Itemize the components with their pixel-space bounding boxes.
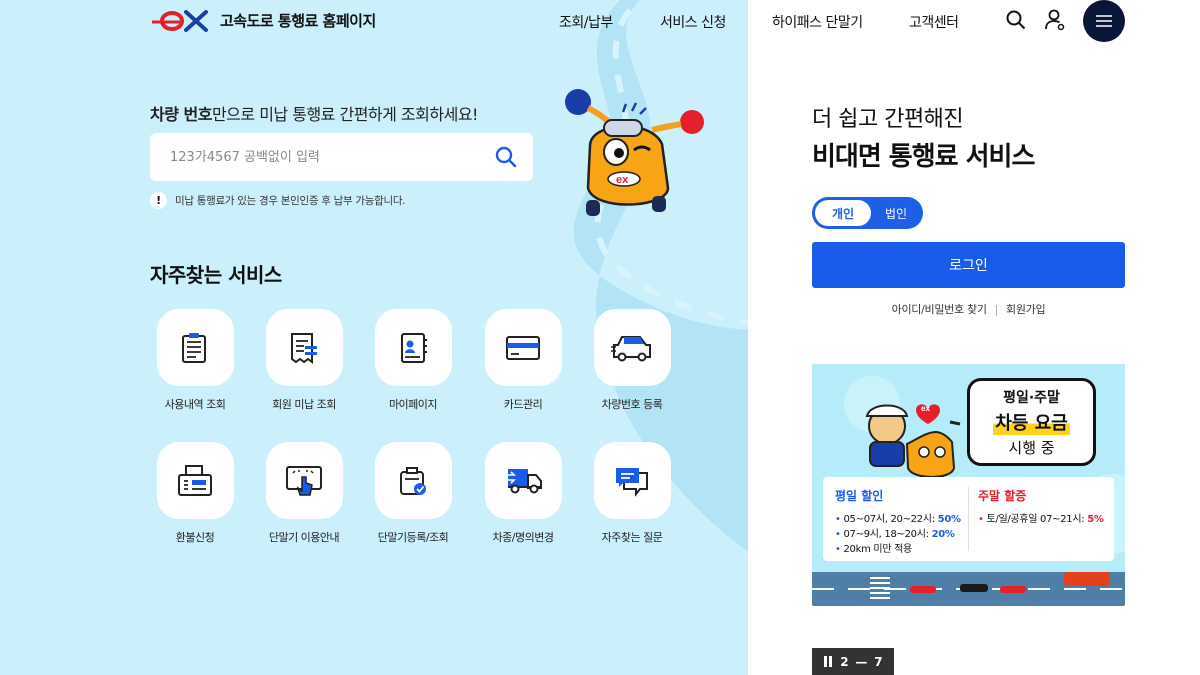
panel-title: 비대면 통행료 서비스 [812,142,1035,172]
speech-bubble: 평일·주말 차등 요금 시행 중 [967,378,1096,466]
truck-change-icon [504,468,542,493]
menu-button[interactable] [1083,0,1125,42]
terminal-guide-icon [286,465,322,496]
member-type-toggle: 개인 법인 [812,197,923,229]
search-icon [495,146,517,168]
service-label: 차량번호 등록 [601,398,663,411]
plate-number-input[interactable] [170,133,490,181]
header-search-button[interactable] [1004,8,1028,32]
service-tile [374,442,452,519]
refund-printer-icon [178,464,212,496]
toggle-personal[interactable]: 개인 [815,200,871,226]
service-label: 단말기 이용안내 [268,531,340,544]
service-vehicle-register[interactable]: 차량번호 등록 [582,309,682,412]
service-card-management[interactable]: 카드관리 [473,309,573,412]
terminal-register-icon [400,466,426,495]
banner-ex-badge: ex [921,404,930,413]
plate-search-button[interactable] [495,146,517,172]
user-login-button[interactable] [1043,8,1067,32]
panel-subtitle: 더 쉽고 간편해진 [812,107,964,132]
service-label: 차종/명의변경 [492,531,554,544]
service-label: 카드관리 [503,398,543,411]
nav-inquiry-payment[interactable]: 조회/납부 [559,12,613,32]
car-register-icon [611,335,651,361]
service-member-unpaid[interactable]: 회원 미납 조회 [254,309,354,412]
service-tile [484,309,562,386]
ex-logo-icon [152,10,208,32]
service-tile [484,442,562,519]
unpaid-notice: ! 미납 통행료가 있는 경우 본인인증 후 납부 가능합니다. [150,192,406,209]
user-icon [1045,9,1065,31]
login-button[interactable]: 로그인 [812,242,1125,288]
bubble-line3: 시행 중 [1008,439,1055,457]
weekday-rule-3: • 20km 미만 적용 [835,544,912,555]
nav-customer-center[interactable]: 고객센터 [909,12,959,32]
service-usage-history[interactable]: 사용내역 조회 [145,309,245,412]
site-title: 고속도로 통행료 홈페이지 [220,11,376,30]
account-links: 아이디/비밀번호 찾기 | 회원가입 [812,301,1125,317]
service-label: 환불신청 [175,531,215,544]
service-tile [593,442,671,519]
service-terminal-guide[interactable]: 단말기 이용안내 [254,442,354,545]
weekday-heading: 평일 할인 [835,489,884,503]
service-tile [593,309,671,386]
service-tile [156,309,234,386]
pager-separator: — [855,654,868,669]
promo-banner[interactable]: ex 평일·주말 차등 요금 시행 중 평일 할인 • 05~07시, 20~2… [812,364,1125,606]
pause-icon[interactable] [823,656,833,667]
plate-search-box [150,133,533,181]
weekday-rule-2: • 07~9시, 18~20시: 20% [835,529,955,540]
pager-total: 7 [874,654,883,669]
mascot-car-illustration: ex [565,89,704,216]
service-label: 사용내역 조회 [164,398,226,411]
service-tile [374,309,452,386]
service-label: 단말기등록/조회 [377,531,449,544]
info-divider [968,487,969,551]
weekend-rule-1: • 토/일/공휴일 07~21시: 5% [978,514,1104,525]
service-refund[interactable]: 환불신청 [145,442,245,545]
profile-card-icon [401,332,427,363]
search-heading: 차량 번호만으로 미납 통행료 간편하게 조회하세요! [150,105,478,124]
service-tile [265,442,343,519]
service-label: 마이페이지 [388,398,438,411]
service-mypage[interactable]: 마이페이지 [363,309,463,412]
service-vehicle-change[interactable]: 차종/명의변경 [473,442,573,545]
services-title: 자주찾는 서비스 [150,263,282,287]
search-icon [1006,10,1026,30]
service-label: 자주찾는 질문 [601,531,663,544]
weekend-heading: 주말 할증 [978,489,1027,503]
banner-pager: 2 — 7 [812,648,894,675]
service-terminal-register[interactable]: 단말기등록/조회 [363,442,463,545]
join-link[interactable]: 회원가입 [1006,303,1046,316]
service-faq[interactable]: 자주찾는 질문 [582,442,682,545]
bubble-line2: 차등 요금 [993,409,1070,435]
unpaid-receipt-icon [291,332,317,364]
weekday-rule-1: • 05~07시, 20~22시: 50% [835,514,961,525]
hamburger-icon [1096,15,1112,27]
svg-text:ex: ex [616,174,629,186]
notice-text: 미납 통행료가 있는 경우 본인인증 후 납부 가능합니다. [175,195,406,207]
pager-current: 2 [840,654,849,669]
link-separator: | [994,303,999,316]
logo[interactable]: 고속도로 통행료 홈페이지 [150,8,376,32]
faq-chat-icon [616,467,648,497]
toggle-corporate[interactable]: 법인 [872,200,920,226]
service-tile [265,309,343,386]
discount-info-card: 평일 할인 • 05~07시, 20~22시: 50% • 07~9시, 18~… [823,477,1114,561]
service-tile [156,442,234,519]
alert-icon: ! [150,192,167,209]
service-label: 회원 미납 조회 [272,398,336,411]
usage-history-icon [182,332,206,363]
bubble-line1: 평일·주말 [1003,390,1060,406]
nav-hipass-terminal[interactable]: 하이패스 단말기 [772,12,863,32]
find-id-password-link[interactable]: 아이디/비밀번호 찾기 [892,303,987,316]
credit-card-icon [506,335,540,360]
nav-service-apply[interactable]: 서비스 신청 [660,12,726,32]
